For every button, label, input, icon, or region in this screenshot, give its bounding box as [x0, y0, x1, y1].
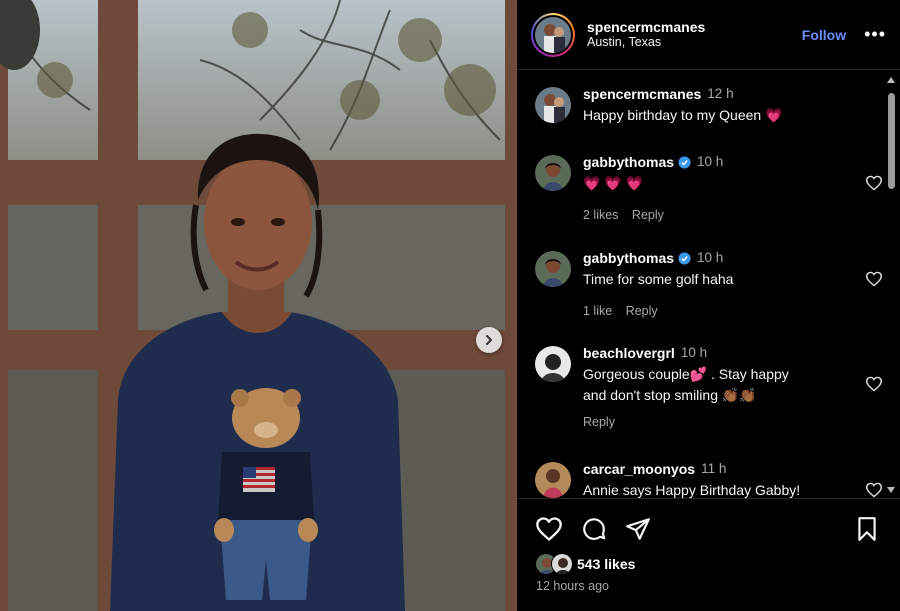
comment-time: 12 h — [707, 86, 734, 101]
chevron-right-icon — [486, 335, 492, 345]
verified-badge-icon — [678, 155, 691, 169]
comment-bubble-icon[interactable] — [581, 516, 607, 542]
post-details-panel: spencermcmanes Austin, Texas Follow ••• … — [517, 0, 900, 611]
avatar[interactable] — [535, 155, 571, 191]
more-options-button[interactable]: ••• — [864, 24, 886, 45]
post-image — [0, 0, 517, 611]
list-item: carcar_moonyos 11 h Annie says Happy Bir… — [535, 460, 883, 498]
scroll-down-arrow-icon[interactable] — [887, 487, 895, 493]
like-comment-heart-icon[interactable] — [865, 271, 883, 287]
comment-text: Happy birthday to my Queen 💗 — [583, 107, 783, 123]
share-send-icon[interactable] — [625, 516, 651, 542]
save-bookmark-icon[interactable] — [856, 516, 878, 542]
post-location[interactable]: Austin, Texas — [587, 35, 802, 50]
comment-time: 10 h — [697, 250, 724, 265]
comment-likes[interactable]: 2 likes — [583, 208, 618, 222]
comment-time: 10 h — [697, 154, 724, 169]
comment-text: Annie says Happy Birthday Gabby! — [583, 482, 801, 498]
list-item: beachlovergrl 10 h Gorgeous couple💕 . St… — [535, 344, 883, 429]
post-username[interactable]: spencermcmanes — [587, 19, 802, 36]
comment-text: and don't stop smiling 👏🏾👏🏾 — [583, 387, 757, 403]
avatar[interactable] — [535, 462, 571, 498]
next-photo-button[interactable] — [476, 327, 502, 353]
like-heart-icon[interactable] — [535, 516, 563, 542]
comment-username[interactable]: carcar_moonyos — [583, 460, 695, 478]
comment-username[interactable]: gabbythomas — [583, 249, 674, 267]
avatar[interactable] — [535, 87, 571, 123]
follow-button[interactable]: Follow — [802, 27, 846, 43]
reply-button[interactable]: Reply — [626, 304, 658, 318]
caption: spencermcmanes 12 h Happy birthday to my… — [535, 85, 875, 126]
story-ring[interactable] — [531, 12, 575, 57]
comment-username[interactable]: gabbythomas — [583, 153, 674, 171]
like-comment-heart-icon[interactable] — [865, 376, 883, 392]
liker-avatar[interactable] — [551, 553, 573, 575]
comment-text: 💗 💗 💗 — [583, 175, 644, 191]
comment-username[interactable]: beachlovergrl — [583, 344, 675, 362]
avatar[interactable] — [535, 346, 571, 382]
like-comment-heart-icon[interactable] — [865, 482, 883, 498]
avatar[interactable] — [535, 251, 571, 287]
comment-username[interactable]: spencermcmanes — [583, 85, 701, 103]
comment-text: Gorgeous couple💕 . Stay happy — [583, 366, 789, 382]
comments-list: spencermcmanes 12 h Happy birthday to my… — [517, 71, 900, 498]
post-photo[interactable] — [0, 0, 517, 611]
avatar — [535, 16, 571, 53]
comments-scrollbar[interactable] — [884, 75, 898, 495]
scroll-up-arrow-icon[interactable] — [887, 77, 895, 83]
like-comment-heart-icon[interactable] — [865, 175, 883, 191]
list-item: gabbythomas 10 h Time for some golf haha… — [535, 249, 883, 318]
reply-button[interactable]: Reply — [583, 415, 615, 429]
post-header: spencermcmanes Austin, Texas Follow ••• — [517, 0, 900, 70]
comment-likes[interactable]: 1 like — [583, 304, 612, 318]
likes-count[interactable]: 543 likes — [577, 556, 635, 572]
post-actions: 543 likes 12 hours ago — [517, 498, 900, 611]
scrollbar-thumb[interactable] — [888, 93, 895, 189]
reply-button[interactable]: Reply — [632, 208, 664, 222]
comment-time: 10 h — [680, 345, 708, 360]
comment-text: Time for some golf haha — [583, 271, 734, 287]
comment-time: 11 h — [701, 461, 727, 476]
list-item: gabbythomas 10 h 💗 💗 💗 2 likes Reply — [535, 153, 883, 222]
post-timestamp: 12 hours ago — [536, 579, 609, 593]
verified-badge-icon — [678, 251, 691, 265]
